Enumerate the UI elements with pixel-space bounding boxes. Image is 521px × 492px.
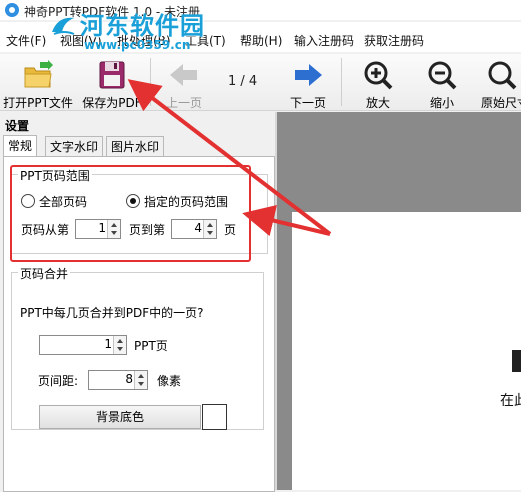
toolbar-separator <box>341 58 342 106</box>
tab-general[interactable]: 常规 <box>3 135 38 158</box>
next-page-button[interactable]: 下一页 <box>280 56 336 110</box>
open-ppt-label: 打开PPT文件 <box>3 96 73 110</box>
save-pdf-button[interactable]: 保存为PDF <box>80 56 144 110</box>
to-page-label: 页到第 <box>129 223 166 237</box>
merge-pages-unit: PPT页 <box>134 339 168 353</box>
zoom-out-icon <box>428 61 457 90</box>
specified-pages-label: 指定的页码范围 <box>144 195 229 209</box>
page-range-group: PPT页码范围 全部页码 指定的页码范围 页码从第 1 页到第 4 页 <box>11 167 268 254</box>
prev-page-button[interactable]: 上一页 <box>156 56 212 110</box>
page-merge-title: 页码合并 <box>18 265 71 282</box>
spinner-arrows[interactable] <box>113 336 126 354</box>
menu-file[interactable]: 文件(F) <box>6 32 46 49</box>
save-pdf-label: 保存为PDF <box>82 96 142 110</box>
open-folder-icon <box>24 60 53 88</box>
zoom-in-button[interactable]: 放大 <box>350 56 406 110</box>
app-icon <box>5 3 19 17</box>
page-merge-group: 页码合并 PPT中每几页合并到PDF中的一页? 1 PPT页 页间距: 8 像素… <box>11 265 264 430</box>
zoom-in-icon <box>364 61 393 90</box>
menu-get-license[interactable]: 获取注册码 <box>364 32 424 49</box>
all-pages-label: 全部页码 <box>39 195 88 209</box>
prev-page-label: 上一页 <box>165 96 202 110</box>
settings-title: 设置 <box>5 119 30 133</box>
toolbar-separator <box>150 58 151 106</box>
merge-pages-spinner[interactable]: 1 <box>39 335 127 355</box>
page-gap-spinner[interactable]: 8 <box>88 370 148 390</box>
page-gap-unit: 像素 <box>157 374 182 388</box>
title-bar: 神奇PPT转PDF软件 1.0 - 未注册 <box>0 0 521 20</box>
menu-batch[interactable]: 批处理(B) <box>117 32 171 49</box>
tab-image-watermark[interactable]: 图片水印 <box>106 136 165 157</box>
preview-page <box>292 212 521 490</box>
original-size-label: 原始尺寸 <box>481 96 521 108</box>
menu-view[interactable]: 视图(V) <box>60 32 102 49</box>
zoom-out-label: 缩小 <box>429 96 454 110</box>
menu-bar: 文件(F) 视图(V) 批处理(B) 工具(T) 帮助(H) 输入注册码 获取注… <box>0 22 521 52</box>
arrow-right-icon <box>295 64 322 86</box>
from-page-value: 1 <box>98 221 106 235</box>
original-size-button[interactable]: 原始尺寸 <box>478 56 521 108</box>
background-color-swatch[interactable] <box>202 404 227 430</box>
menu-tools[interactable]: 工具(T) <box>185 32 226 49</box>
arrow-left-icon <box>170 64 197 86</box>
merge-question: PPT中每几页合并到PDF中的一页? <box>20 306 204 320</box>
background-color-button[interactable]: 背景底色 <box>39 405 201 429</box>
preview-slide-glyph <box>512 350 521 372</box>
zoom-in-label: 放大 <box>365 96 390 110</box>
page-suffix-label: 页 <box>224 223 237 237</box>
radio-specified-pages[interactable] <box>126 194 140 208</box>
menu-help[interactable]: 帮助(H) <box>240 32 282 49</box>
from-page-spinner[interactable]: 1 <box>75 219 121 239</box>
merge-pages-value: 1 <box>104 337 112 351</box>
to-page-spinner[interactable]: 4 <box>171 219 217 239</box>
next-page-label: 下一页 <box>289 96 326 110</box>
tab-text-watermark[interactable]: 文字水印 <box>45 136 104 157</box>
spinner-arrows[interactable] <box>107 220 120 238</box>
menu-enter-license[interactable]: 输入注册码 <box>294 32 354 49</box>
page-indicator: 1 / 4 <box>228 74 258 89</box>
toolbar: 打开PPT文件 保存为PDF 上一页 1 / 4 下一页 放大 缩小 原始尺 <box>0 54 521 111</box>
window-title: 神奇PPT转PDF软件 1.0 - 未注册 <box>24 5 201 19</box>
magnifier-icon <box>488 61 517 90</box>
zoom-out-button[interactable]: 缩小 <box>414 56 470 110</box>
floppy-disk-icon <box>99 61 125 89</box>
spinner-arrows[interactable] <box>203 220 216 238</box>
tab-panel-general: PPT页码范围 全部页码 指定的页码范围 页码从第 1 页到第 4 页 页码合并… <box>3 156 275 492</box>
open-ppt-button[interactable]: 打开PPT文件 <box>0 56 76 110</box>
from-page-label: 页码从第 <box>21 223 70 237</box>
page-gap-label: 页间距: <box>38 374 79 388</box>
to-page-value: 4 <box>194 221 202 235</box>
preview-slide-text: 在此 <box>500 393 521 409</box>
radio-all-pages[interactable] <box>21 194 35 208</box>
spinner-arrows[interactable] <box>134 371 147 389</box>
page-range-title: PPT页码范围 <box>18 167 92 184</box>
page-gap-value: 8 <box>125 372 133 386</box>
